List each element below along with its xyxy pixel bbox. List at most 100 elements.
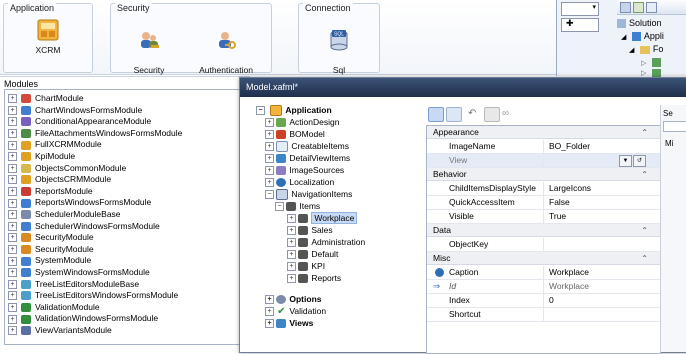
module-list-item[interactable]: + SchedulerModuleBase: [5, 209, 121, 220]
application-node[interactable]: ◢ Appli: [621, 31, 664, 42]
expand-icon[interactable]: +: [8, 117, 17, 127]
expand-icon[interactable]: +: [265, 319, 274, 329]
tree-node-image-sources[interactable]: + ImageSources: [262, 164, 344, 176]
expand-icon[interactable]: +: [287, 226, 296, 236]
expand-icon[interactable]: +: [287, 250, 296, 260]
expand-icon[interactable]: +: [265, 130, 274, 140]
child-node-2[interactable]: ▷: [641, 67, 661, 77]
collapse-icon[interactable]: −: [265, 190, 274, 200]
tree-node-kpi[interactable]: + KPI: [284, 260, 325, 272]
security-complex-button[interactable]: Security Complex: [119, 18, 179, 85]
module-list-item[interactable]: + ReportsModule: [5, 186, 93, 197]
expand-icon[interactable]: +: [8, 129, 17, 139]
undo-icon[interactable]: ↶: [468, 107, 482, 120]
expand-icon[interactable]: +: [8, 268, 17, 278]
expand-icon[interactable]: +: [8, 326, 17, 336]
authentication-standard-button[interactable]: Authentication Standard: [187, 18, 265, 85]
prop-view[interactable]: View ▼ ↺: [427, 154, 660, 168]
search-input[interactable]: [663, 121, 686, 132]
module-list-item[interactable]: + SecurityModule: [5, 244, 94, 255]
solution-dropdown[interactable]: ▾: [561, 2, 599, 16]
refresh-icon[interactable]: [646, 2, 657, 13]
categorized-view-icon[interactable]: [428, 107, 444, 122]
expand-icon[interactable]: +: [8, 256, 17, 266]
expand-icon[interactable]: +: [8, 221, 17, 231]
expand-icon[interactable]: +: [287, 262, 296, 272]
prop-index[interactable]: Index 0: [427, 294, 660, 308]
tree-node-bo-model[interactable]: + BOModel: [262, 128, 325, 140]
prop-child-items-display-style[interactable]: ChildItemsDisplayStyle LargeIcons: [427, 182, 660, 196]
expand-icon[interactable]: +: [8, 140, 17, 150]
collapse-icon[interactable]: −: [275, 202, 284, 212]
module-list-item[interactable]: + FileAttachmentsWindowsFormsModule: [5, 128, 182, 139]
expand-icon[interactable]: +: [8, 187, 17, 197]
category-appearance[interactable]: Appearance ⌃: [427, 126, 660, 139]
tree-node-views[interactable]: + Views: [262, 317, 313, 329]
module-list-item[interactable]: + ObjectsCRMModule: [5, 174, 111, 185]
expand-icon[interactable]: +: [8, 94, 17, 104]
module-list-item[interactable]: + FullXCRMModule: [5, 139, 102, 150]
expand-icon[interactable]: +: [287, 238, 296, 248]
prop-caption[interactable]: Caption Workplace: [427, 266, 660, 280]
module-list-item[interactable]: + ValidationModule: [5, 302, 100, 313]
tree-node-application[interactable]: − Application: [256, 104, 332, 117]
expand-icon[interactable]: +: [8, 291, 17, 301]
expand-icon[interactable]: +: [8, 163, 17, 173]
xcrm-button[interactable]: XCRM: [26, 18, 70, 55]
expand-icon[interactable]: +: [265, 154, 274, 164]
expand-icon[interactable]: +: [287, 274, 296, 284]
folder-node[interactable]: ◢ Fo: [629, 44, 663, 54]
expand-icon[interactable]: +: [8, 175, 17, 185]
expand-icon[interactable]: +: [265, 178, 274, 188]
expand-icon[interactable]: +: [8, 105, 17, 115]
module-list-item[interactable]: + SchedulerWindowsFormsModule: [5, 221, 160, 232]
solution-node[interactable]: Solution: [617, 18, 662, 29]
tree-node-navigation-items[interactable]: − NavigationItems: [262, 188, 352, 201]
prop-visible[interactable]: Visible True: [427, 210, 660, 224]
tree-node-items[interactable]: − Items: [272, 200, 320, 212]
expand-icon[interactable]: +: [8, 152, 17, 162]
tree-node-detail-view-items[interactable]: + DetailViewItems: [262, 152, 350, 164]
show-all-files-icon[interactable]: [633, 2, 644, 13]
prop-shortcut[interactable]: Shortcut: [427, 308, 660, 322]
prop-value[interactable]: Workplace: [545, 266, 660, 279]
prop-quick-access-item[interactable]: QuickAccessItem False: [427, 196, 660, 210]
sql-connection-button[interactable]: SQL Sql Connection: [307, 18, 371, 85]
module-list-item[interactable]: + SecurityModule: [5, 232, 94, 243]
module-list-item[interactable]: + TreeListEditorsWindowsFormsModule: [5, 290, 178, 301]
module-list-item[interactable]: + ChartWindowsFormsModule: [5, 105, 142, 116]
reset-icon[interactable]: [484, 107, 500, 122]
expand-icon[interactable]: +: [265, 307, 274, 317]
module-list-item[interactable]: + ChartModule: [5, 93, 84, 104]
module-list-item[interactable]: + ConditionalAppearanceModule: [5, 116, 151, 127]
tree-node-creatable-items[interactable]: + CreatableItems: [262, 140, 349, 153]
pin-button[interactable]: ✚: [561, 18, 599, 32]
collapse-chevron-icon[interactable]: ⌃: [641, 126, 648, 139]
prop-value[interactable]: True: [545, 210, 660, 223]
expand-icon[interactable]: +: [8, 245, 17, 255]
tree-node-reports[interactable]: + Reports: [284, 272, 341, 284]
tree-node-action-design[interactable]: + ActionDesign: [262, 116, 339, 128]
tree-node-options[interactable]: + Options: [262, 293, 321, 305]
expand-icon[interactable]: +: [265, 166, 274, 176]
model-editor-title[interactable]: Model.xafml*: [240, 78, 686, 97]
prop-value[interactable]: BO_Folder: [545, 140, 660, 153]
expand-icon[interactable]: +: [8, 233, 17, 243]
module-list-item[interactable]: + SystemModule: [5, 255, 91, 266]
expand-icon[interactable]: +: [8, 303, 17, 313]
expand-icon[interactable]: +: [265, 118, 274, 128]
prop-id[interactable]: ⇒ Id Workplace: [427, 280, 660, 294]
expand-icon[interactable]: +: [265, 295, 274, 305]
dropdown-arrow-icon[interactable]: ▼: [619, 155, 632, 167]
tree-node-workplace[interactable]: + Workplace: [284, 212, 358, 224]
module-list-item[interactable]: + ValidationWindowsFormsModule: [5, 313, 158, 324]
expand-icon[interactable]: +: [8, 198, 17, 208]
module-list-item[interactable]: + SystemWindowsFormsModule: [5, 267, 150, 278]
link-icon[interactable]: ∞: [502, 107, 516, 120]
tree-node-administration[interactable]: + Administration: [284, 236, 365, 248]
category-misc[interactable]: Misc ⌃: [427, 252, 660, 265]
collapse-icon[interactable]: −: [256, 106, 265, 116]
module-list-item[interactable]: + KpiModule: [5, 151, 75, 162]
tree-node-localization[interactable]: + Localization: [262, 176, 334, 188]
collapse-chevron-icon[interactable]: ⌃: [641, 252, 648, 265]
